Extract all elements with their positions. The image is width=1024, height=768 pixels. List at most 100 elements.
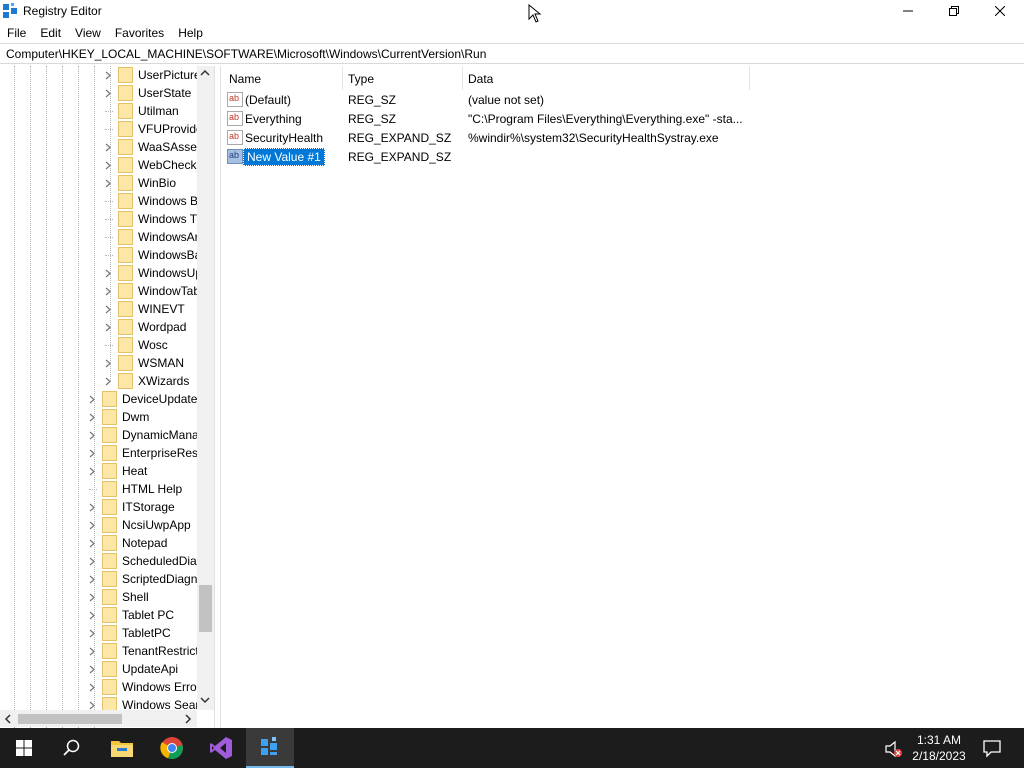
chevron-right-icon[interactable] — [103, 156, 113, 174]
tree-item[interactable]: ScheduledDiag — [0, 552, 203, 570]
chevron-right-icon[interactable] — [103, 138, 113, 156]
address-bar[interactable]: Computer\HKEY_LOCAL_MACHINE\SOFTWARE\Mic… — [0, 43, 1024, 64]
values-list[interactable]: Name Type Data ab (Default) REG_SZ (valu… — [220, 66, 1024, 728]
tree-item[interactable]: Notepad — [0, 534, 200, 552]
menu-edit[interactable]: Edit — [33, 26, 68, 40]
address-path[interactable]: Computer\HKEY_LOCAL_MACHINE\SOFTWARE\Mic… — [6, 47, 486, 61]
tree-item[interactable]: WebCheck — [0, 156, 200, 174]
tree-item[interactable]: WSMAN — [0, 354, 200, 372]
tree-item[interactable]: TabletPC — [0, 624, 200, 642]
tree-item[interactable]: WindowsBa — [0, 246, 201, 264]
tree-item[interactable]: Windows B — [0, 192, 200, 210]
tree-item[interactable]: HTML Help — [0, 480, 200, 498]
menu-view[interactable]: View — [68, 26, 108, 40]
value-row[interactable]: ab Everything REG_SZ "C:\Program Files\E… — [221, 109, 751, 128]
tree-vertical-scroll-thumb[interactable] — [199, 585, 212, 632]
column-divider[interactable] — [749, 66, 750, 90]
tree-horizontal-scroll-thumb[interactable] — [18, 714, 122, 724]
chevron-right-icon[interactable] — [87, 660, 97, 678]
chevron-right-icon[interactable] — [103, 372, 113, 390]
column-divider[interactable] — [462, 66, 463, 90]
scroll-up-icon[interactable] — [200, 69, 210, 77]
chevron-right-icon[interactable] — [87, 408, 97, 426]
chevron-right-icon[interactable] — [87, 390, 97, 408]
taskbar-search-button[interactable] — [48, 728, 96, 768]
tree-item[interactable]: Windows T — [0, 210, 200, 228]
chevron-right-icon[interactable] — [103, 84, 113, 102]
tree-item[interactable]: VFUProvide — [0, 120, 203, 138]
chevron-right-icon[interactable] — [103, 264, 113, 282]
scroll-down-icon[interactable] — [200, 696, 210, 704]
chevron-right-icon[interactable] — [103, 174, 113, 192]
column-header-name[interactable]: Name — [229, 68, 261, 90]
tree-item[interactable]: Heat — [0, 462, 200, 480]
taskbar-chrome[interactable] — [148, 728, 196, 768]
tree-item[interactable]: UpdateApi — [0, 660, 200, 678]
start-button[interactable] — [0, 728, 48, 768]
chevron-right-icon[interactable] — [103, 282, 113, 300]
tree-item[interactable]: WinBio — [0, 174, 200, 192]
tree-item[interactable]: WindowsAr — [0, 228, 200, 246]
chevron-right-icon[interactable] — [103, 66, 113, 84]
column-divider[interactable] — [342, 66, 343, 90]
tree-item[interactable]: Shell — [0, 588, 200, 606]
close-button[interactable] — [977, 0, 1023, 22]
tree-item[interactable]: UserState — [0, 84, 200, 102]
menu-favorites[interactable]: Favorites — [108, 26, 171, 40]
column-header-data[interactable]: Data — [468, 68, 493, 90]
chevron-right-icon[interactable] — [87, 570, 97, 588]
tree-item[interactable]: TenantRestrict — [0, 642, 200, 660]
system-clock[interactable]: 1:31 AM 2/18/2023 — [903, 732, 975, 764]
minimize-button[interactable] — [885, 0, 931, 22]
tree-item[interactable]: Tablet PC — [0, 606, 200, 624]
chevron-right-icon[interactable] — [87, 624, 97, 642]
scroll-left-icon[interactable] — [4, 714, 12, 724]
tree-item[interactable]: WaaSAsses — [0, 138, 203, 156]
tree-item[interactable]: WindowsUp — [0, 264, 202, 282]
tree-item[interactable]: Wordpad — [0, 318, 200, 336]
tree-item[interactable]: NcsiUwpApp — [0, 516, 200, 534]
value-row[interactable]: ab SecurityHealth REG_EXPAND_SZ %windir%… — [221, 128, 751, 147]
chevron-right-icon[interactable] — [87, 552, 97, 570]
taskbar-registry-editor[interactable] — [246, 728, 294, 768]
notification-center-button[interactable] — [982, 738, 1002, 758]
chevron-right-icon[interactable] — [87, 534, 97, 552]
value-row[interactable]: ab (Default) REG_SZ (value not set) — [221, 90, 751, 109]
menu-help[interactable]: Help — [171, 26, 210, 40]
chevron-right-icon[interactable] — [87, 642, 97, 660]
chevron-right-icon[interactable] — [87, 606, 97, 624]
taskbar-visual-studio[interactable] — [197, 728, 245, 768]
tree-item[interactable]: UserPicture — [0, 66, 201, 84]
chevron-right-icon[interactable] — [103, 318, 113, 336]
tree-item[interactable]: Utilman — [0, 102, 200, 120]
tree-item[interactable]: Dwm — [0, 408, 200, 426]
tree-item[interactable]: EnterpriseRes — [0, 444, 200, 462]
tree-item[interactable]: ScriptedDiagn — [0, 570, 200, 588]
restore-button[interactable] — [931, 0, 977, 22]
chevron-right-icon[interactable] — [87, 498, 97, 516]
chevron-right-icon[interactable] — [87, 444, 97, 462]
tree-item[interactable]: WINEVT — [0, 300, 200, 318]
tree-item[interactable]: Windows Erro — [0, 678, 200, 696]
tree-item[interactable]: DeviceUpdate — [0, 390, 200, 408]
chevron-right-icon[interactable] — [87, 462, 97, 480]
tree-item[interactable]: XWizards — [0, 372, 200, 390]
chevron-right-icon[interactable] — [103, 354, 113, 372]
tree-item[interactable]: WindowTab — [0, 282, 200, 300]
tree-item[interactable]: Wosc — [0, 336, 200, 354]
tree-item[interactable]: DynamicMana — [0, 426, 200, 444]
chevron-right-icon[interactable] — [87, 678, 97, 696]
value-row-selected[interactable]: ab New Value #1 REG_EXPAND_SZ — [221, 147, 751, 166]
chevron-right-icon[interactable] — [87, 516, 97, 534]
chevron-right-icon[interactable] — [103, 300, 113, 318]
scroll-right-icon[interactable] — [184, 714, 192, 724]
value-name-edit[interactable]: New Value #1 — [243, 147, 325, 166]
registry-tree[interactable]: UserPicture UserState Utilman VFUProvide Waa… — [0, 66, 215, 728]
column-header-type[interactable]: Type — [348, 68, 374, 90]
volume-button[interactable] — [884, 739, 904, 759]
chevron-right-icon[interactable] — [87, 588, 97, 606]
chevron-right-icon[interactable] — [87, 426, 97, 444]
menu-file[interactable]: File — [0, 26, 33, 40]
taskbar-file-explorer[interactable] — [98, 728, 146, 768]
tree-item[interactable]: ITStorage — [0, 498, 200, 516]
